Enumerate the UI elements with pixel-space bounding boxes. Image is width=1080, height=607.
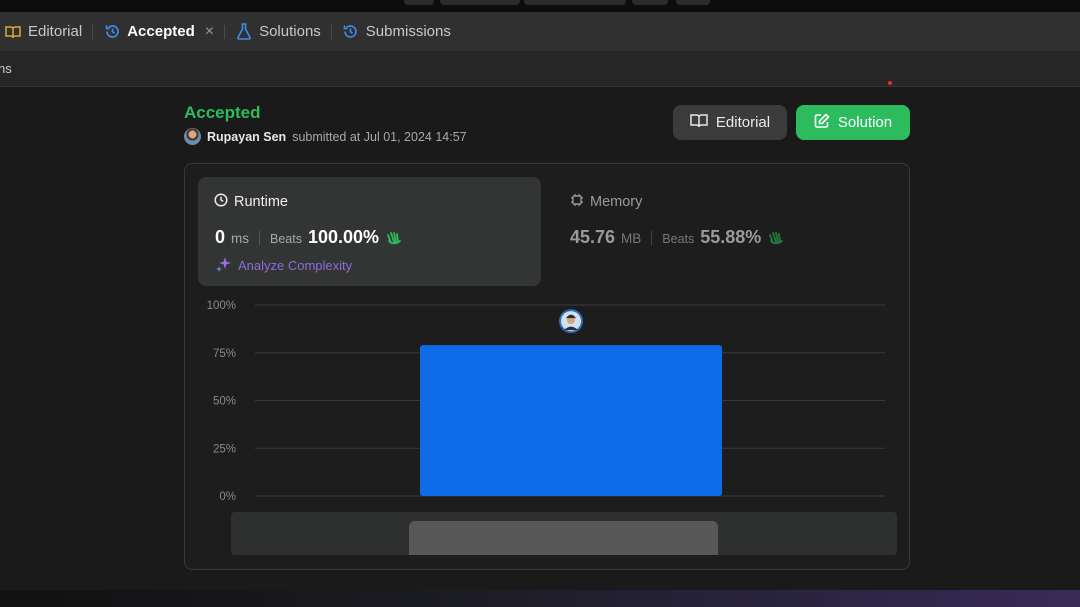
clock-icon	[214, 193, 228, 211]
clap-icon	[767, 231, 785, 245]
top-strip-pill	[440, 0, 520, 5]
chip-icon	[570, 193, 584, 211]
chart-range-handle[interactable]	[409, 521, 718, 555]
clap-icon	[385, 231, 403, 245]
runtime-label-row: Runtime	[214, 193, 288, 211]
tab-accepted-label: Accepted	[127, 23, 195, 40]
tab-separator	[330, 24, 332, 39]
memory-unit: MB	[621, 231, 642, 246]
memory-label-row[interactable]: Memory	[570, 193, 642, 211]
top-strip-pill	[404, 0, 434, 5]
username-link[interactable]: Rupayan Sen	[207, 130, 286, 144]
close-icon[interactable]: ×	[205, 23, 214, 41]
editorial-button[interactable]: Editorial	[673, 105, 787, 140]
submission-status: Accepted	[184, 103, 261, 122]
history-icon	[103, 23, 121, 41]
tab-bar: Editorial Accepted × Solutions Submissio…	[0, 12, 1080, 51]
tab-solutions[interactable]: Solutions	[235, 23, 321, 41]
book-icon	[4, 23, 22, 41]
sub-toolbar: ns	[0, 51, 1080, 87]
top-strip-pill	[676, 0, 710, 5]
memory-beats-percent: 55.88%	[700, 227, 762, 247]
runtime-beats-percent: 100.00%	[307, 227, 380, 247]
avatar[interactable]	[184, 128, 201, 145]
editorial-button-label: Editorial	[715, 114, 771, 131]
runtime-value: 0	[215, 227, 226, 247]
solution-button[interactable]: Solution	[796, 105, 910, 140]
analyze-complexity-label: Analyze Complexity	[238, 258, 353, 273]
sub-toolbar-label: ns	[0, 61, 12, 76]
window-top-strip	[0, 0, 1080, 12]
memory-beats-label: Beats	[662, 232, 695, 246]
window-bottom-strip	[0, 590, 1080, 607]
tab-separator	[92, 24, 94, 39]
memory-label: Memory	[590, 194, 643, 210]
analyze-complexity-link[interactable]: Analyze Complexity	[216, 256, 352, 275]
tab-editorial[interactable]: Editorial	[4, 23, 82, 41]
top-strip-pill	[632, 0, 668, 5]
divider	[651, 230, 653, 245]
history-icon	[342, 23, 360, 41]
tab-submissions[interactable]: Submissions	[342, 23, 451, 41]
runtime-label: Runtime	[234, 194, 288, 210]
notification-dot	[888, 81, 892, 85]
tab-submissions-label: Submissions	[365, 23, 451, 40]
tab-solutions-label: Solutions	[259, 23, 321, 40]
submitted-at: submitted at Jul 01, 2024 14:57	[292, 129, 467, 144]
tab-accepted[interactable]: Accepted ×	[103, 23, 214, 41]
memory-metric: 45.76 MB Beats 55.88%	[570, 227, 785, 248]
tab-separator	[224, 24, 226, 39]
book-icon	[690, 113, 708, 132]
flask-icon	[235, 23, 253, 41]
runtime-beats-label: Beats	[270, 232, 302, 246]
tab-editorial-label: Editorial	[28, 23, 83, 40]
solution-button-label: Solution	[837, 114, 893, 131]
runtime-metric: 0 ms Beats 100.00%	[215, 227, 403, 248]
sparkle-icon	[216, 256, 232, 275]
top-strip-pill	[524, 0, 626, 5]
divider	[259, 230, 261, 245]
edit-icon	[814, 113, 830, 133]
memory-value: 45.76	[570, 227, 616, 247]
submission-meta: Rupayan Sen submitted at Jul 01, 2024 14…	[184, 128, 467, 145]
runtime-unit: ms	[231, 231, 250, 246]
